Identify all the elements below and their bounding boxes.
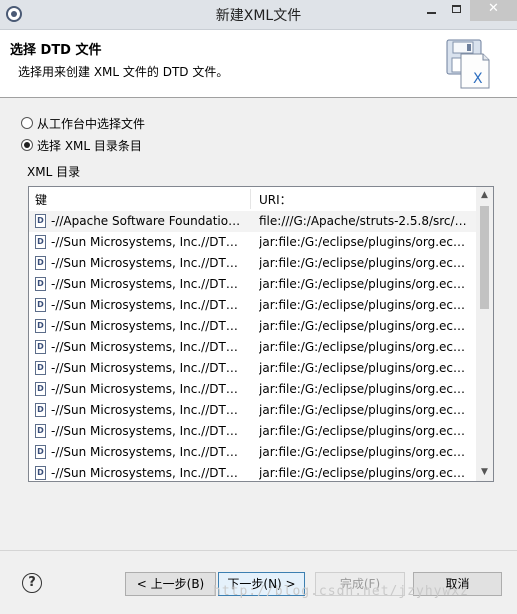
- column-separator[interactable]: [250, 189, 251, 209]
- option-select-from-workspace[interactable]: 从工作台中选择文件: [21, 114, 145, 132]
- table-header: 键 URI：: [29, 187, 477, 212]
- row-key: -//Sun Microsystems, Inc.//DTD Web Appli…: [51, 424, 247, 438]
- dtd-file-icon: D: [35, 277, 46, 291]
- wizard-banner: 选择 DTD 文件 选择用来创建 XML 文件的 DTD 文件。 X: [0, 30, 517, 98]
- table-row[interactable]: D -//Sun Microsystems, Inc.//DTD Facelet …: [29, 463, 477, 481]
- radio-workspace[interactable]: [21, 117, 33, 129]
- watermark: http://blog.csdn.net/jzyhywxz: [213, 584, 469, 599]
- option-select-xml-catalog[interactable]: 选择 XML 目录条目: [21, 136, 142, 154]
- row-uri: file:///G:/Apache/struts-2.5.8/src/core/…: [259, 214, 467, 228]
- xml-catalog-label: XML 目录: [27, 165, 81, 179]
- table-row[interactable]: D -//Sun Microsystems, Inc.//DTD J2EE App…: [29, 295, 477, 316]
- row-uri: jar:file:/G:/eclipse/plugins/org.eclipse…: [259, 256, 467, 270]
- title-bar[interactable]: 新建XML文件 ✕: [0, 0, 517, 30]
- row-uri: jar:file:/G:/eclipse/plugins/org.eclipse…: [259, 298, 467, 312]
- row-key: -//Sun Microsystems, Inc.//DTD J2EE Appl…: [51, 319, 247, 333]
- row-key: -//Sun Microsystems, Inc.//DTD Enterpris…: [51, 277, 247, 291]
- dtd-file-icon: D: [35, 361, 46, 375]
- svg-text:X: X: [473, 71, 483, 87]
- table-row[interactable]: D -//Apache Software Foundation//DTD Stru…: [29, 211, 477, 232]
- minimize-icon: [427, 12, 436, 14]
- table-row[interactable]: D -//Sun Microsystems, Inc.//DTD JSP Tag …: [29, 400, 477, 421]
- table-row[interactable]: D -//Sun Microsystems, Inc.//DTD J2EE App…: [29, 358, 477, 379]
- dtd-file-icon: D: [35, 466, 46, 480]
- scroll-up-arrow-icon[interactable]: ▲: [476, 187, 493, 204]
- row-key: -//Sun Microsystems, Inc.//DTD JSP Tag L…: [51, 403, 247, 417]
- dtd-file-icon: D: [35, 382, 46, 396]
- table-row[interactable]: D -//Sun Microsystems, Inc.//DTD Web Appl…: [29, 442, 477, 463]
- table-row[interactable]: D -//Sun Microsystems, Inc.//DTD Enterpri…: [29, 253, 477, 274]
- vertical-scrollbar[interactable]: ▲ ▼: [476, 187, 493, 481]
- back-button[interactable]: < 上一步(B): [125, 572, 216, 596]
- row-uri: jar:file:/G:/eclipse/plugins/org.eclipse…: [259, 235, 467, 249]
- row-key: -//Sun Microsystems, Inc.//DTD J2EE Appl…: [51, 340, 247, 354]
- row-uri: jar:file:/G:/eclipse/plugins/org.eclipse…: [259, 445, 467, 459]
- dtd-file-icon: D: [35, 445, 46, 459]
- row-uri: jar:file:/G:/eclipse/plugins/org.eclipse…: [259, 403, 467, 417]
- table-row[interactable]: D -//Sun Microsystems, Inc.//DTD J2EE App…: [29, 337, 477, 358]
- row-key: -//Sun Microsystems, Inc.//DTD J2EE Appl…: [51, 361, 247, 375]
- maximize-icon: [452, 5, 461, 13]
- column-header-key[interactable]: 键: [35, 191, 47, 208]
- radio-xml-catalog[interactable]: [21, 139, 33, 151]
- dtd-file-icon: D: [35, 298, 46, 312]
- banner-description: 选择用来创建 XML 文件的 DTD 文件。: [18, 65, 229, 79]
- row-uri: jar:file:/G:/eclipse/plugins/org.eclipse…: [259, 424, 467, 438]
- dtd-file-icon: D: [35, 214, 46, 228]
- row-uri: jar:file:/G:/eclipse/plugins/org.eclipse…: [259, 277, 467, 291]
- dtd-file-icon: D: [35, 256, 46, 270]
- scroll-down-arrow-icon[interactable]: ▼: [476, 464, 493, 481]
- row-key: -//Sun Microsystems, Inc.//DTD Connector…: [51, 235, 247, 249]
- dtd-file-icon: D: [35, 403, 46, 417]
- close-icon: ✕: [488, 1, 499, 16]
- button-bar-divider: [0, 550, 517, 551]
- row-key: -//Sun Microsystems, Inc.//DTD Facelet T…: [51, 466, 247, 480]
- close-button[interactable]: ✕: [470, 0, 517, 21]
- row-uri: jar:file:/G:/eclipse/plugins/org.eclipse…: [259, 361, 467, 375]
- row-uri: jar:file:/G:/eclipse/plugins/org.eclipse…: [259, 319, 467, 333]
- table-row[interactable]: D -//Sun Microsystems, Inc.//DTD Connecto…: [29, 232, 477, 253]
- option-label-workspace: 从工作台中选择文件: [37, 116, 146, 131]
- scrollbar-thumb[interactable]: [480, 206, 489, 309]
- dtd-file-icon: D: [35, 424, 46, 438]
- dtd-file-icon: D: [35, 235, 46, 249]
- xml-file-wizard-icon: X: [446, 39, 490, 89]
- table-row[interactable]: D -//Sun Microsystems, Inc.//DTD Enterpri…: [29, 274, 477, 295]
- row-key: -//Apache Software Foundation//DTD Strut…: [51, 214, 247, 228]
- row-uri: jar:file:/G:/eclipse/plugins/org.eclipse…: [259, 466, 467, 480]
- minimize-button[interactable]: [418, 0, 444, 21]
- table-rows: D -//Apache Software Foundation//DTD Stru…: [29, 211, 477, 481]
- column-header-uri[interactable]: URI：: [259, 191, 292, 208]
- dtd-file-icon: D: [35, 319, 46, 333]
- row-key: -//Sun Microsystems, Inc.//DTD Web Appli…: [51, 445, 247, 459]
- row-key: -//Sun Microsystems, Inc.//DTD J2EE Appl…: [51, 298, 247, 312]
- row-uri: jar:file:/G:/eclipse/plugins/org.eclipse…: [259, 340, 467, 354]
- dtd-file-icon: D: [35, 340, 46, 354]
- row-uri: jar:file:/G:/eclipse/plugins/org.eclipse…: [259, 382, 467, 396]
- table-row[interactable]: D -//Sun Microsystems, Inc.//DTD J2EE App…: [29, 316, 477, 337]
- row-key: -//Sun Microsystems, Inc.//DTD JSP Tag L…: [51, 382, 247, 396]
- table-row[interactable]: D -//Sun Microsystems, Inc.//DTD JSP Tag …: [29, 379, 477, 400]
- banner-title: 选择 DTD 文件: [10, 43, 102, 58]
- option-label-xml-catalog: 选择 XML 目录条目: [37, 138, 142, 153]
- table-row[interactable]: D -//Sun Microsystems, Inc.//DTD Web Appl…: [29, 421, 477, 442]
- row-key: -//Sun Microsystems, Inc.//DTD Enterpris…: [51, 256, 247, 270]
- maximize-button[interactable]: [444, 0, 470, 21]
- help-button[interactable]: ?: [22, 573, 42, 593]
- xml-catalog-table[interactable]: 键 URI： D -//Apache Software Foundation//D…: [28, 186, 494, 482]
